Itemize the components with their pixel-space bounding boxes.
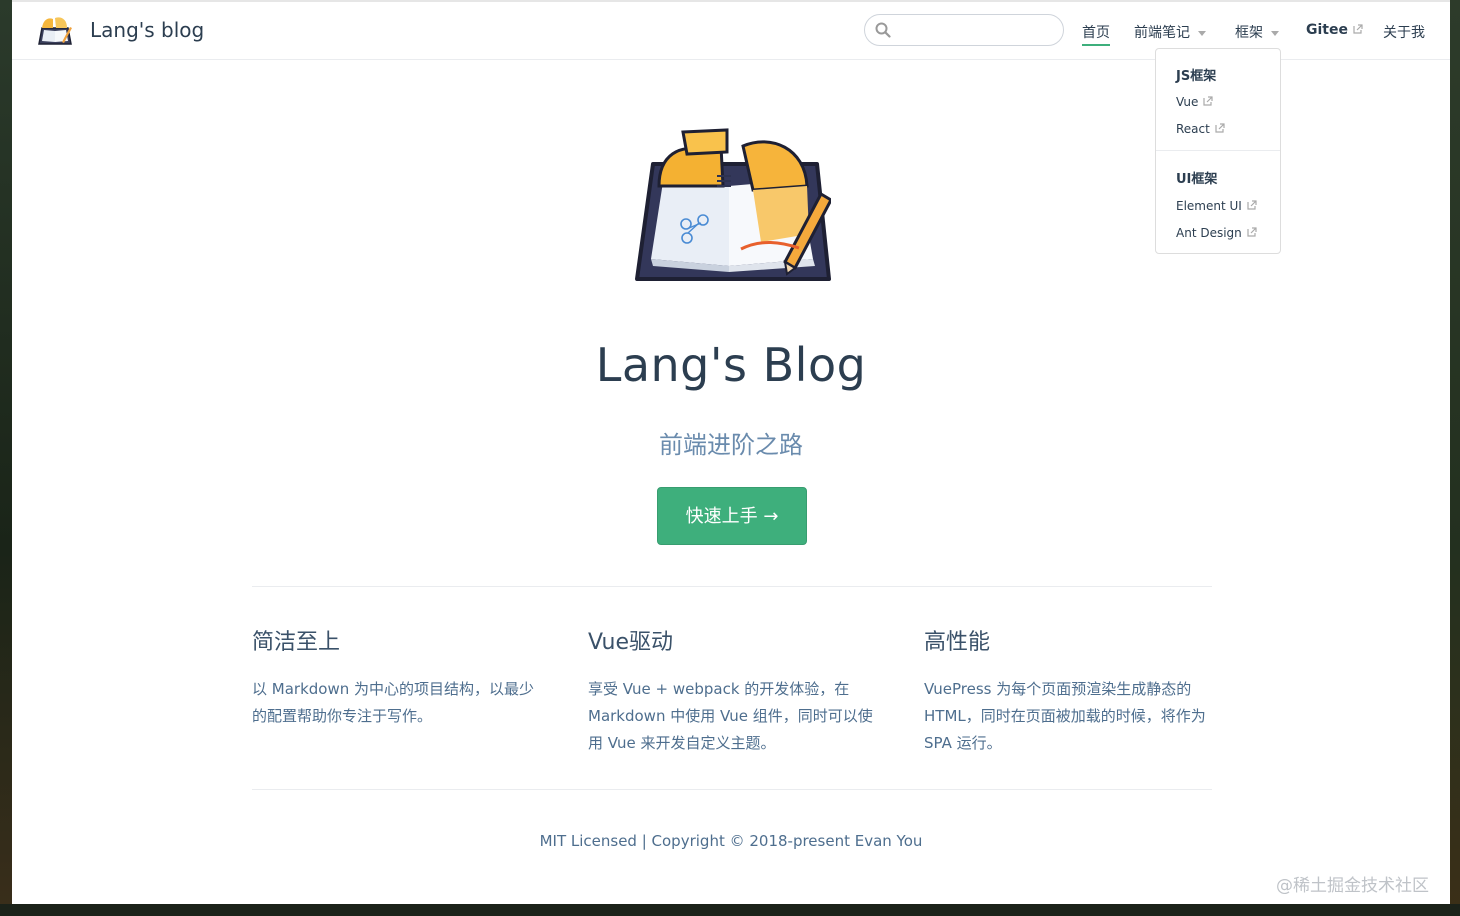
chevron-down-icon [1271, 30, 1279, 36]
watermark-text: @稀土掘金技术社区 [1276, 876, 1429, 896]
hero-book-illustration [635, 128, 831, 281]
dropdown-item-label: Element UI [1176, 199, 1242, 213]
feature-card: Vue驱动 享受 Vue + webpack 的开发体验，在 Markdown … [588, 624, 878, 757]
dropdown-item-label: React [1176, 122, 1210, 136]
dropdown-item-vue[interactable]: Vue [1176, 95, 1213, 109]
external-link-icon [1203, 96, 1213, 106]
search-input[interactable] [897, 19, 1057, 43]
nav-item-label: 首页 [1082, 25, 1110, 41]
dropdown-item-label: Ant Design [1176, 226, 1242, 240]
feature-details: VuePress 为每个页面预渲染生成静态的 HTML，同时在页面被加载的时候，… [924, 680, 1206, 752]
dropdown-item-react[interactable]: React [1176, 122, 1225, 136]
hero-description: 前端进阶之路 [659, 431, 803, 459]
feature-details: 享受 Vue + webpack 的开发体验，在 Markdown 中使用 Vu… [588, 680, 873, 752]
nav-item-about[interactable]: 关于我 [1383, 22, 1425, 42]
search-icon [875, 22, 891, 38]
get-started-button[interactable]: 快速上手 → [657, 487, 807, 545]
search-box[interactable] [864, 14, 1064, 46]
desktop-background-bottom [0, 904, 1460, 916]
site-logo-icon[interactable] [36, 14, 74, 48]
nav-item-label: 关于我 [1383, 25, 1425, 41]
nav-item-gitee[interactable]: Gitee [1306, 22, 1363, 38]
dropdown-group-title: JS框架 [1176, 69, 1217, 84]
desktop-background-left [0, 0, 12, 916]
feature-title: 高性能 [924, 630, 991, 655]
footer-text: MIT Licensed | Copyright © 2018-present … [539, 832, 923, 850]
nav-item-home[interactable]: 首页 [1082, 22, 1110, 46]
dropdown-item-element-ui[interactable]: Element UI [1176, 199, 1257, 213]
nav-item-label: 前端笔记 [1134, 25, 1190, 41]
frameworks-dropdown-menu: JS框架 Vue React UI框架 Element UI Ant Desig… [1155, 48, 1281, 254]
features-divider-top [252, 586, 1212, 587]
external-link-icon [1247, 227, 1257, 237]
external-link-icon [1353, 24, 1363, 34]
external-link-icon [1247, 200, 1257, 210]
feature-card: 高性能 VuePress 为每个页面预渲染生成静态的 HTML，同时在页面被加载… [924, 624, 1214, 757]
site-name[interactable]: Lang's blog [90, 18, 204, 42]
feature-details: 以 Markdown 为中心的项目结构，以最少的配置帮助你专注于写作。 [252, 680, 534, 725]
dropdown-divider [1156, 150, 1280, 151]
nav-item-frontend-notes[interactable]: 前端笔记 [1134, 22, 1206, 42]
hero-title: Lang's Blog [595, 338, 867, 392]
feature-title: Vue驱动 [588, 630, 674, 655]
dropdown-item-label: Vue [1176, 95, 1199, 109]
feature-title: 简洁至上 [252, 630, 341, 655]
nav-item-label: Gitee [1306, 22, 1348, 38]
footer-divider [252, 789, 1212, 790]
browser-page: Lang's blog 首页 前端笔记 框架 Gitee 关于我 JS框架 Vu… [12, 0, 1450, 904]
nav-item-label: 框架 [1235, 25, 1263, 41]
external-link-icon [1215, 123, 1225, 133]
dropdown-item-ant-design[interactable]: Ant Design [1176, 226, 1257, 240]
dropdown-group-title: UI框架 [1176, 172, 1218, 187]
feature-card: 简洁至上 以 Markdown 为中心的项目结构，以最少的配置帮助你专注于写作。 [252, 624, 542, 730]
desktop-background-right [1450, 0, 1460, 916]
chevron-down-icon [1198, 30, 1206, 36]
nav-item-frameworks[interactable]: 框架 [1235, 22, 1279, 42]
